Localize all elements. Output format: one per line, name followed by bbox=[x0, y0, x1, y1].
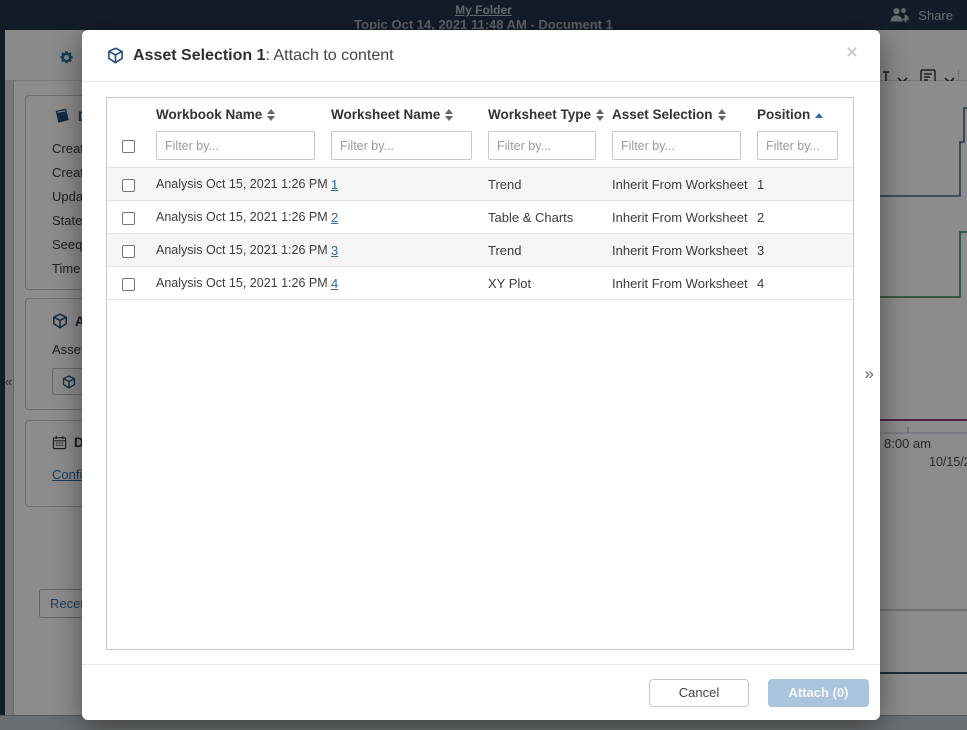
worksheet-type-cell: Trend bbox=[488, 168, 612, 201]
row-checkbox[interactable] bbox=[122, 278, 135, 291]
position-cell: 4 bbox=[757, 267, 854, 300]
sort-icon bbox=[267, 109, 275, 121]
workbook-name-cell: Analysis Oct 15, 2021 1:26 PM bbox=[156, 234, 331, 267]
modal-footer: Cancel Attach (0) bbox=[82, 664, 880, 720]
asset-selection-cell: Inherit From Worksheet bbox=[612, 267, 757, 300]
asset-selection-cell: Inherit From Worksheet bbox=[612, 234, 757, 267]
select-all-checkbox[interactable] bbox=[122, 140, 135, 153]
filter-asset-input[interactable] bbox=[612, 131, 741, 160]
col-worksheet-name[interactable]: Worksheet Name bbox=[331, 98, 488, 131]
sort-icon bbox=[596, 109, 604, 121]
table-row[interactable]: Analysis Oct 15, 2021 1:26 PM 1 Trend In… bbox=[107, 168, 854, 201]
sort-icon bbox=[718, 109, 726, 121]
col-workbook-name[interactable]: Workbook Name bbox=[156, 98, 331, 131]
asset-selection-cell: Inherit From Worksheet bbox=[612, 168, 757, 201]
position-cell: 1 bbox=[757, 168, 854, 201]
screen: My Folder Share Topic Oct 14, 2021 11:48… bbox=[0, 0, 967, 730]
position-cell: 3 bbox=[757, 234, 854, 267]
row-checkbox[interactable] bbox=[122, 212, 135, 225]
asset-selection-cell: Inherit From Worksheet bbox=[612, 201, 757, 234]
cancel-button[interactable]: Cancel bbox=[649, 679, 749, 707]
worksheet-type-cell: Table & Charts bbox=[488, 201, 612, 234]
row-checkbox[interactable] bbox=[122, 179, 135, 192]
worksheet-type-cell: XY Plot bbox=[488, 267, 612, 300]
attach-button[interactable]: Attach (0) bbox=[768, 679, 869, 707]
col-asset-selection[interactable]: Asset Selection bbox=[612, 98, 757, 131]
table-row[interactable]: Analysis Oct 15, 2021 1:26 PM 2 Table & … bbox=[107, 201, 854, 234]
col-position[interactable]: Position bbox=[757, 98, 854, 131]
filter-row bbox=[107, 131, 854, 168]
table-header-row: Workbook Name Worksheet Name Worksheet T… bbox=[107, 98, 854, 131]
workbook-name-cell: Analysis Oct 15, 2021 1:26 PM bbox=[156, 267, 331, 300]
position-cell: 2 bbox=[757, 201, 854, 234]
filter-position-input[interactable] bbox=[757, 131, 838, 160]
filter-type-input[interactable] bbox=[488, 131, 596, 160]
close-icon[interactable]: × bbox=[846, 42, 858, 63]
worksheet-name-link[interactable]: 1 bbox=[331, 177, 338, 192]
worksheet-type-cell: Trend bbox=[488, 234, 612, 267]
cube-icon bbox=[107, 47, 124, 64]
table-row[interactable]: Analysis Oct 15, 2021 1:26 PM 4 XY Plot … bbox=[107, 267, 854, 300]
col-worksheet-type[interactable]: Worksheet Type bbox=[488, 98, 612, 131]
row-checkbox[interactable] bbox=[122, 245, 135, 258]
workbook-name-cell: Analysis Oct 15, 2021 1:26 PM bbox=[156, 201, 331, 234]
filter-workbook-input[interactable] bbox=[156, 131, 315, 160]
attach-to-content-modal: Asset Selection 1: Attach to content × W… bbox=[82, 30, 880, 720]
worksheet-name-link[interactable]: 3 bbox=[331, 243, 338, 258]
modal-title: Asset Selection 1: Attach to content bbox=[133, 47, 394, 65]
workbook-name-cell: Analysis Oct 15, 2021 1:26 PM bbox=[156, 168, 331, 201]
worksheet-name-link[interactable]: 2 bbox=[331, 210, 338, 225]
worksheet-table: Workbook Name Worksheet Name Worksheet T… bbox=[107, 98, 854, 300]
expand-panel-chevron[interactable]: » bbox=[865, 364, 874, 384]
sort-asc-icon bbox=[815, 113, 823, 118]
worksheet-table-container: Workbook Name Worksheet Name Worksheet T… bbox=[106, 97, 854, 650]
filter-worksheet-input[interactable] bbox=[331, 131, 472, 160]
modal-header: Asset Selection 1: Attach to content × bbox=[82, 30, 880, 82]
table-row[interactable]: Analysis Oct 15, 2021 1:26 PM 3 Trend In… bbox=[107, 234, 854, 267]
worksheet-name-link[interactable]: 4 bbox=[331, 276, 338, 291]
sort-icon bbox=[445, 109, 453, 121]
